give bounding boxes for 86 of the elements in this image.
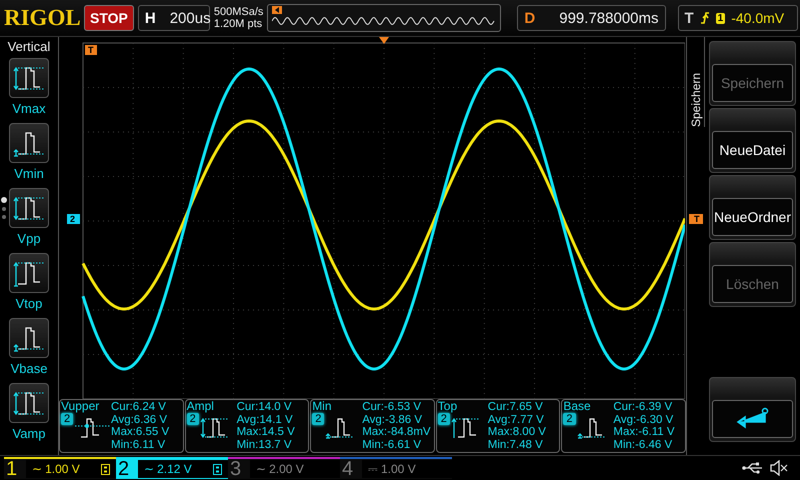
channel-offset-marker: 2 — [67, 214, 80, 224]
current-value: Cur:14.0 V — [236, 401, 293, 414]
bandwidth-limit-icon — [101, 464, 110, 474]
channel-number: 3 — [230, 458, 242, 480]
timebase-value: 200us — [170, 10, 211, 26]
current-value: Cur:-6.39 V — [613, 401, 674, 414]
position-marker-icon — [272, 6, 282, 14]
channel-tab[interactable]: 4 ⎓ 1.00 V — [340, 457, 452, 479]
channel-badge: 2 — [312, 412, 324, 425]
measurement-name: Base — [563, 400, 592, 412]
measurement-name: Top — [438, 400, 458, 412]
rising-edge-icon — [700, 11, 710, 25]
minimum-value: Min:-6.46 V — [613, 438, 674, 451]
maximum-value: Max:14.5 V — [236, 426, 295, 438]
average-value: Avg:6.36 V — [111, 414, 168, 426]
channel-number: 4 — [342, 458, 354, 480]
measure-button[interactable] — [9, 188, 49, 228]
measure-button[interactable] — [9, 318, 49, 358]
horizontal-label: H — [144, 10, 156, 26]
maximum-value: Max:8.00 V — [488, 426, 546, 438]
menu-title: Speichern — [688, 72, 702, 127]
run-stop-button[interactable]: STOP — [84, 5, 134, 31]
measure-label: Vmin — [14, 166, 44, 181]
menu-title: Vertical — [8, 39, 50, 54]
channel-badge: 2 — [438, 412, 450, 425]
measure-label: Vmax — [12, 101, 46, 116]
current-value: Cur:-6.53 V — [362, 401, 422, 414]
current-value: Cur:6.24 V — [111, 401, 167, 414]
measure-label: Vbase — [10, 361, 48, 376]
brand-logo: RIGOL — [4, 5, 80, 31]
channel-tab[interactable]: 1 ~ 1.00 V — [4, 457, 116, 479]
trigger-label: T — [684, 10, 694, 26]
delay-panel[interactable]: D 999.788000ms — [517, 5, 666, 31]
coupling-symbol: ~ — [256, 462, 266, 476]
mute-icon — [770, 460, 788, 476]
channel-scale: 1.00 V — [381, 462, 416, 476]
measurement-name: Min — [312, 400, 333, 412]
measurement-name: Vupper — [61, 400, 100, 412]
coupling-symbol: ~ — [144, 462, 154, 476]
channel-scale: 1.00 V — [45, 462, 80, 476]
minimum-value: Min:7.48 V — [488, 438, 544, 451]
coupling-symbol: ~ — [32, 462, 42, 476]
measure-label: Vamp — [12, 426, 46, 441]
average-value: Avg:7.77 V — [488, 414, 545, 426]
timebase-panel[interactable]: H 200us — [138, 5, 210, 31]
channel-number: 1 — [6, 458, 18, 480]
memory-depth: 1.20M pts — [214, 18, 264, 30]
measure-label: Vtop — [16, 296, 42, 311]
channel-badge: 2 — [61, 412, 74, 425]
measure-label: Vpp — [17, 231, 41, 246]
channel-tab[interactable]: 2 ~ 2.12 V — [116, 457, 228, 479]
minimum-value: Min:6.11 V — [111, 438, 166, 451]
average-value: Avg:-6.30 V — [613, 414, 674, 426]
softkey-button[interactable]: NeueOrdner — [712, 198, 793, 236]
softkey-button[interactable]: NeueDatei — [712, 131, 793, 169]
trigger-position-marker: T — [85, 45, 96, 55]
maximum-value: Max:-84.8mV — [362, 426, 431, 438]
maximum-value: Max:6.55 V — [111, 426, 170, 438]
trigger-level-marker: T — [689, 214, 702, 224]
measure-button[interactable] — [9, 123, 49, 163]
average-value: Avg:14.1 V — [236, 414, 294, 426]
bandwidth-limit-icon — [213, 464, 222, 474]
delay-value: 999.788000ms — [559, 10, 658, 26]
minimum-value: Min:13.7 V — [236, 438, 293, 451]
delay-label: D — [524, 10, 536, 26]
average-value: Avg:-3.86 V — [362, 414, 424, 426]
channel-number: 2 — [118, 458, 130, 480]
back-button[interactable] — [712, 400, 793, 438]
coupling-symbol: ⎓ — [368, 462, 378, 476]
minimum-value: Min:-6.61 V — [362, 438, 422, 451]
channel-badge: 2 — [186, 412, 199, 425]
current-value: Cur:7.65 V — [488, 401, 544, 414]
measure-button[interactable] — [9, 253, 49, 293]
usb-icon — [742, 462, 764, 474]
measure-button[interactable] — [9, 58, 49, 98]
maximum-value: Max:-6.11 V — [613, 426, 675, 438]
measurement-name: Ampl — [186, 400, 215, 412]
channel-scale: 2.12 V — [157, 462, 192, 476]
channel-scale: 2.00 V — [269, 462, 304, 476]
channel-badge: 2 — [563, 412, 576, 425]
trigger-panel[interactable]: T 1 -40.0mV — [678, 5, 798, 31]
trigger-source-badge: 1 — [716, 12, 726, 24]
channel-tab[interactable]: 3 ~ 2.00 V — [228, 457, 340, 479]
trigger-level: -40.0mV — [731, 10, 784, 26]
measure-button[interactable] — [9, 383, 49, 423]
sample-rate: 500MSa/s — [214, 6, 264, 18]
